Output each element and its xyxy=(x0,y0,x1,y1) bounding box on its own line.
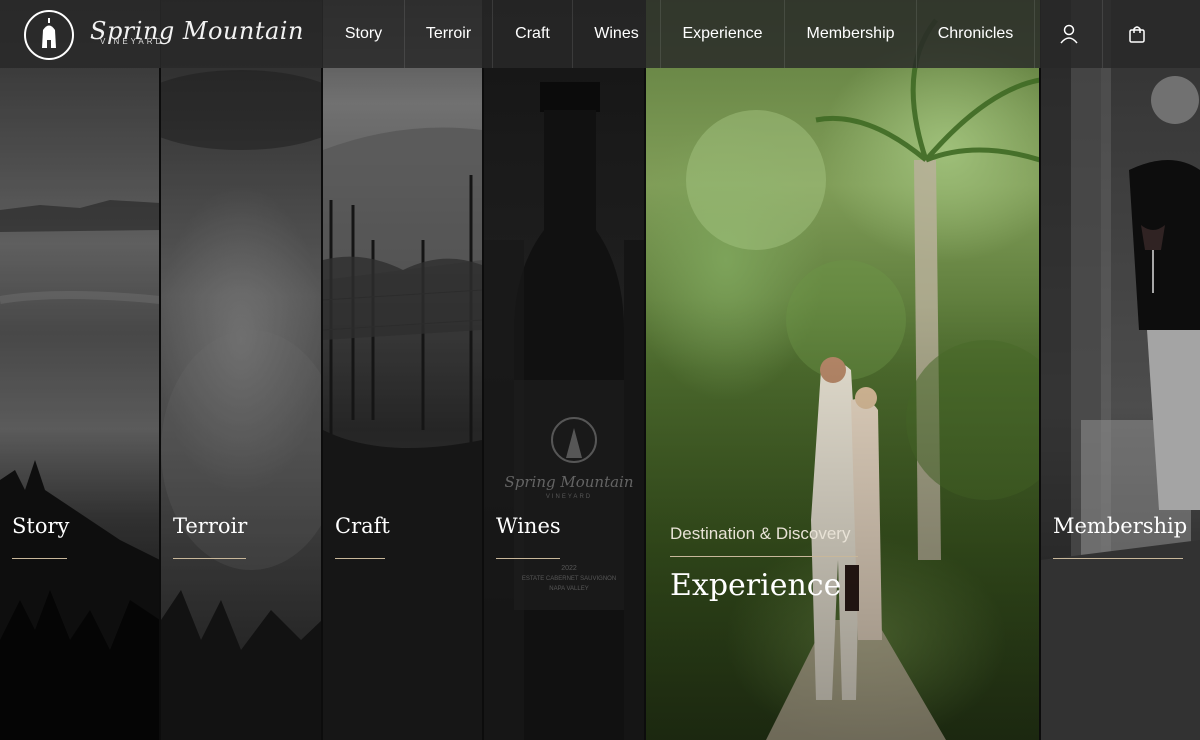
nav-wines[interactable]: Wines xyxy=(572,0,660,68)
nav-craft[interactable]: Craft xyxy=(492,0,572,68)
panel-divider xyxy=(644,68,646,740)
experience-kicker: Destination & Discovery xyxy=(670,524,851,543)
panel-divider xyxy=(1039,68,1041,740)
panel-label-craft: Craft xyxy=(335,514,390,538)
bell-tower-icon xyxy=(42,18,56,48)
main-nav: Story Terroir Craft Wines Experience Mem… xyxy=(323,0,1170,68)
experience-shade-overlay xyxy=(646,0,1040,740)
panel-dim-overlay xyxy=(323,0,482,740)
cart-button[interactable] xyxy=(1102,0,1170,68)
panel-underline xyxy=(335,558,385,559)
panel-label-terroir: Terroir xyxy=(173,514,248,538)
hero-panels: Story Terroir Craft Spring Mountain VINE… xyxy=(0,0,1200,740)
brand-logo[interactable]: Spring Mountain VINEYARD xyxy=(24,8,304,62)
panel-dim-overlay xyxy=(161,0,322,740)
nav-chronicles[interactable]: Chronicles xyxy=(916,0,1034,68)
shopping-bag-icon xyxy=(1128,26,1145,43)
panel-membership[interactable]: Membership xyxy=(1041,0,1200,740)
logo-mark xyxy=(24,10,74,60)
panel-underline xyxy=(1053,558,1183,559)
site-header: Spring Mountain VINEYARD Story Terroir C… xyxy=(0,0,1200,68)
account-button[interactable] xyxy=(1034,0,1102,68)
nav-story[interactable]: Story xyxy=(323,0,404,68)
panel-wines[interactable]: Spring Mountain VINEYARD 2022 ESTATE CAB… xyxy=(484,0,645,740)
panel-dim-overlay xyxy=(0,0,160,740)
panel-underline xyxy=(496,558,560,559)
panel-divider xyxy=(321,68,323,740)
nav-membership[interactable]: Membership xyxy=(784,0,916,68)
panel-craft[interactable]: Craft xyxy=(323,0,482,740)
panel-dim-overlay xyxy=(484,0,645,740)
nav-terroir[interactable]: Terroir xyxy=(404,0,492,68)
nav-experience[interactable]: Experience xyxy=(660,0,784,68)
panel-divider xyxy=(159,68,161,740)
panel-underline xyxy=(173,558,246,559)
panel-terroir[interactable]: Terroir xyxy=(161,0,322,740)
panel-story[interactable]: Story xyxy=(0,0,160,740)
experience-title: Experience xyxy=(670,568,842,603)
panel-label-wines: Wines xyxy=(496,514,561,538)
panel-label-story: Story xyxy=(12,514,70,538)
panel-underline xyxy=(12,558,67,559)
logo-sub: VINEYARD xyxy=(100,37,165,46)
panel-dim-overlay xyxy=(1041,0,1200,740)
user-icon xyxy=(1059,24,1078,44)
panel-label-membership: Membership xyxy=(1053,514,1188,538)
panel-experience[interactable]: Destination & Discovery Experience xyxy=(646,0,1040,740)
experience-underline xyxy=(670,556,858,557)
panel-divider xyxy=(482,68,484,740)
